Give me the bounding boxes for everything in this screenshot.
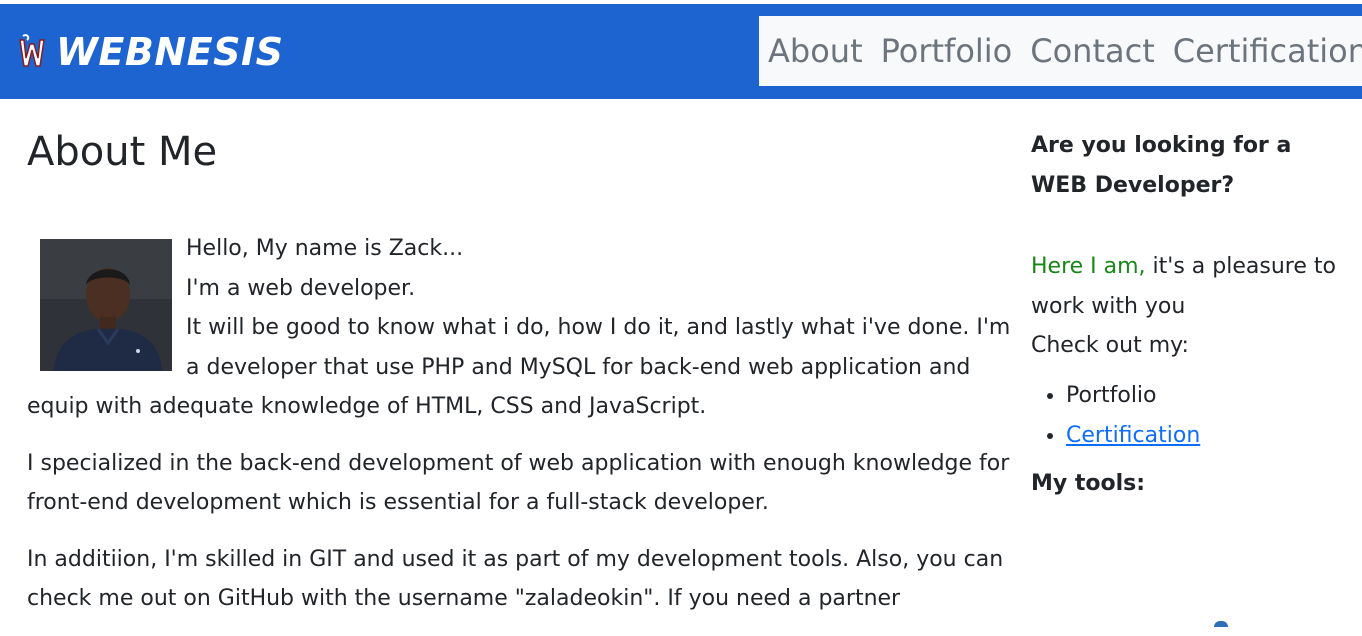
sidebar-intro: Here I am, it's a pleasure to work with … (1031, 247, 1351, 366)
sidebar-highlight: Here I am, (1031, 254, 1146, 279)
list-item-portfolio: Portfolio (1066, 376, 1351, 416)
tools-heading: My tools: (1031, 470, 1146, 496)
nav-link-contact[interactable]: Contact (1030, 32, 1155, 70)
nav-link-certification[interactable]: Certification (1173, 32, 1362, 70)
profile-photo (40, 239, 172, 371)
avatar (40, 239, 172, 371)
sidebar: Are you looking for a WEB Developer? Her… (1031, 126, 1351, 504)
list-item-certification: Certification (1066, 416, 1351, 456)
paragraph-3: In additiion, I'm skilled in GIT and use… (27, 546, 1004, 612)
about-content: Hello, My name is Zack... I'm a web deve… (27, 229, 1012, 636)
sidebar-link-certification[interactable]: Certification (1066, 423, 1200, 448)
nav-menu: About Portfolio Contact Certification (759, 16, 1362, 86)
intro-line-3: It will be good to know what i do, how I… (27, 315, 1011, 419)
sidebar-heading: Are you looking for a WEB Developer? (1031, 133, 1292, 198)
brand-link[interactable]: WEBNESIS (18, 30, 283, 74)
intro-line-1: Hello, My name is Zack... (186, 236, 464, 261)
intro-line-2: I'm a web developer. (186, 275, 416, 301)
brand-name: WEBNESIS (56, 30, 284, 74)
sidebar-links: Portfolio Certification (1031, 376, 1351, 456)
page-title: About Me (27, 129, 218, 175)
intro-paragraph: Hello, My name is Zack... I'm a web deve… (27, 229, 1012, 427)
sidebar-item-portfolio: Portfolio (1066, 382, 1157, 408)
navbar: WEBNESIS About Portfolio Contact Certifi… (0, 4, 1362, 99)
nav-link-about[interactable]: About (768, 32, 863, 70)
paragraph-2: I specialized in the back-end developmen… (27, 450, 1010, 516)
tool-logo-icon (1214, 621, 1228, 627)
nav-link-portfolio[interactable]: Portfolio (881, 32, 1013, 70)
webnesis-w-logo-icon (19, 34, 45, 67)
sidebar-check-out: Check out my: (1031, 333, 1189, 358)
